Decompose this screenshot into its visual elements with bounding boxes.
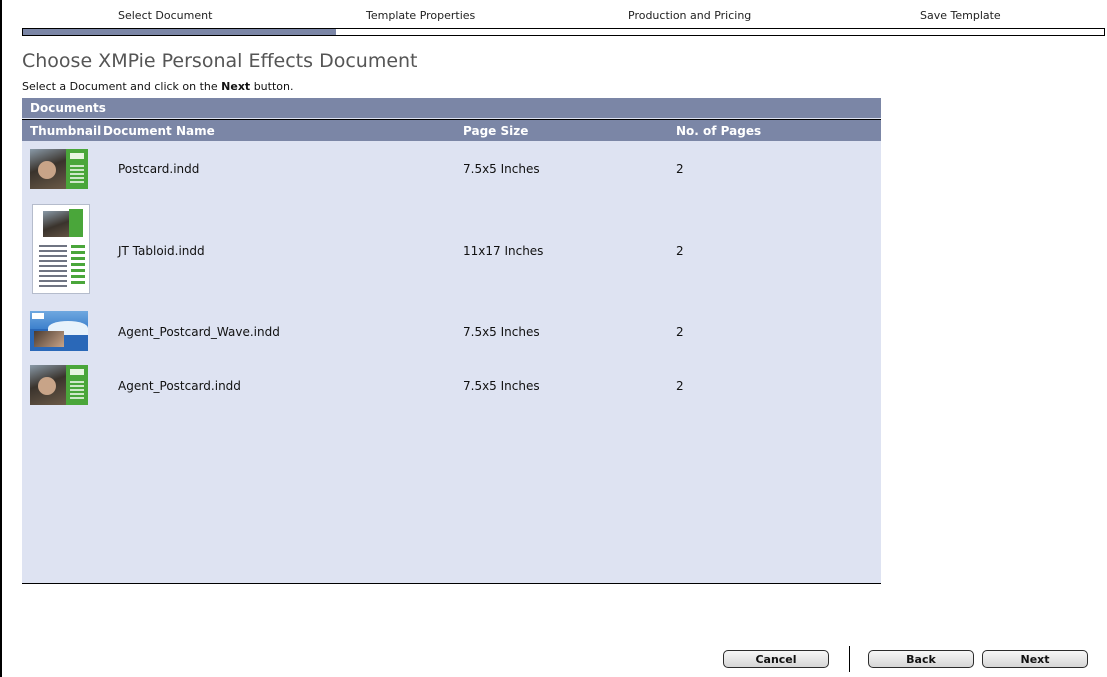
wizard-step-save-template: Save Template [920, 9, 1001, 22]
document-name: Agent_Postcard_Wave.indd [118, 325, 280, 339]
column-header-page-size: Page Size [463, 124, 529, 138]
instruction-prefix: Select a Document and click on the [22, 80, 222, 93]
instruction-text: Select a Document and click on the Next … [22, 80, 293, 93]
document-name: Postcard.indd [118, 162, 200, 176]
instruction-next-emphasis: Next [221, 80, 251, 93]
documents-panel-title: Documents [30, 101, 106, 115]
document-page-size: 11x17 Inches [463, 244, 544, 258]
document-row[interactable]: Agent_Postcard_Wave.indd 7.5x5 Inches 2 [22, 308, 881, 354]
wizard-step-select-document: Select Document [118, 9, 213, 22]
document-row[interactable]: Agent_Postcard.indd 7.5x5 Inches 2 [22, 362, 881, 408]
wizard-progress: Select Document Template Properties Prod… [22, 0, 1107, 40]
column-header-no-of-pages: No. of Pages [676, 124, 762, 138]
window-frame-left-border [0, 0, 2, 677]
documents-panel-header: Documents [22, 98, 881, 118]
documents-column-headers: Thumbnail Document Name Page Size No. of… [22, 119, 881, 141]
document-page-count: 2 [676, 325, 684, 339]
document-page-size: 7.5x5 Inches [463, 379, 540, 393]
documents-panel: Documents Thumbnail Document Name Page S… [22, 98, 881, 584]
tabloid-thumbnail[interactable] [32, 204, 90, 294]
column-header-document-name: Document Name [103, 124, 215, 138]
document-page-count: 2 [676, 379, 684, 393]
document-name: JT Tabloid.indd [118, 244, 205, 258]
document-page-count: 2 [676, 162, 684, 176]
wave-postcard-thumbnail[interactable] [30, 311, 88, 351]
document-page-size: 7.5x5 Inches [463, 325, 540, 339]
button-separator [849, 646, 850, 672]
wizard-progress-bar [22, 28, 1105, 36]
wizard-step-template-properties: Template Properties [366, 9, 476, 22]
postcard-thumbnail[interactable] [30, 149, 88, 189]
document-row[interactable]: Postcard.indd 7.5x5 Inches 2 [22, 146, 881, 192]
wizard-step-production-pricing: Production and Pricing [628, 9, 752, 22]
action-buttons: Cancel Back Next [0, 646, 1107, 676]
document-page-count: 2 [676, 244, 684, 258]
document-page-size: 7.5x5 Inches [463, 162, 540, 176]
page-title: Choose XMPie Personal Effects Document [22, 50, 418, 72]
wizard-steps: Select Document Template Properties Prod… [22, 0, 1107, 26]
document-name: Agent_Postcard.indd [118, 379, 241, 393]
column-header-thumbnail: Thumbnail [30, 124, 102, 138]
wizard-progress-fill [23, 29, 337, 35]
instruction-suffix: button. [250, 80, 294, 93]
cancel-button[interactable]: Cancel [723, 650, 829, 668]
document-row[interactable]: JT Tabloid.indd 11x17 Inches 2 [22, 202, 881, 296]
next-button[interactable]: Next [982, 650, 1088, 668]
back-button[interactable]: Back [868, 650, 974, 668]
postcard-thumbnail[interactable] [30, 365, 88, 405]
